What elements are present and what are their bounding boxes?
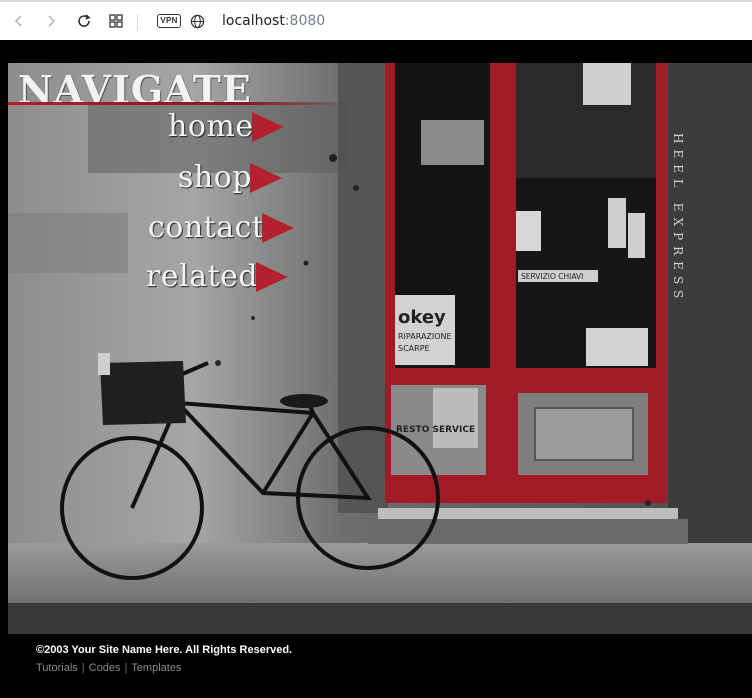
copyright-text: ©2003 Your Site Name Here. All Rights Re…	[36, 644, 293, 656]
toolbar-divider	[137, 14, 138, 30]
forward-arrow-icon[interactable]	[40, 10, 62, 32]
poster-brand: okey	[398, 307, 446, 328]
navigate-title: NAVIGATE	[18, 67, 252, 112]
nav-link-shop[interactable]: shop	[178, 160, 284, 195]
panel-sign: RESTO SERVICE	[396, 425, 475, 435]
back-arrow-icon[interactable]	[8, 10, 30, 32]
poster-line-1: RIPARAZIONE	[398, 332, 452, 341]
vpn-badge[interactable]: VPN	[157, 14, 181, 28]
footer-link-codes[interactable]: Codes	[89, 662, 121, 674]
footer-links: Tutorials | Codes | Templates	[36, 662, 292, 674]
footer-separator: |	[81, 662, 85, 674]
nav-link-home[interactable]: home	[168, 109, 286, 144]
footer-link-templates[interactable]: Templates	[131, 662, 181, 674]
url-port: :8080	[284, 13, 326, 29]
nav-link-related[interactable]: related	[146, 259, 290, 294]
url-host: localhost	[222, 13, 285, 29]
hero-image: okey RIPARAZIONE SCARPE SERVIZIO CHIAVI …	[8, 63, 752, 634]
reload-icon[interactable]	[73, 10, 95, 32]
footer-separator: |	[124, 662, 128, 674]
vertical-shop-sign: HEEL EXPRESS	[671, 133, 685, 304]
red-arrow-icon	[249, 162, 282, 193]
storefront-illustration: okey RIPARAZIONE SCARPE SERVIZIO CHIAVI …	[8, 63, 752, 634]
poster-line-2: SCARPE	[398, 344, 430, 353]
globe-icon[interactable]	[186, 10, 208, 32]
site-footer: ©2003 Your Site Name Here. All Rights Re…	[36, 644, 292, 674]
nav-link-contact[interactable]: contact	[148, 210, 296, 245]
navigate-underline	[8, 102, 348, 105]
browser-toolbar: VPN localhost:8080	[0, 0, 752, 40]
nav-link-related-label: related	[146, 259, 259, 294]
red-arrow-icon	[256, 261, 289, 292]
address-bar[interactable]: localhost:8080	[222, 13, 325, 29]
nav-link-home-label: home	[168, 109, 254, 144]
tab-grid-icon[interactable]	[105, 10, 127, 32]
red-arrow-icon	[251, 111, 284, 142]
nav-link-contact-label: contact	[148, 210, 265, 245]
nav-link-shop-label: shop	[178, 160, 252, 195]
red-arrow-icon	[262, 212, 295, 243]
door-sign: SERVIZIO CHIAVI	[521, 272, 583, 281]
footer-link-tutorials[interactable]: Tutorials	[36, 662, 78, 674]
